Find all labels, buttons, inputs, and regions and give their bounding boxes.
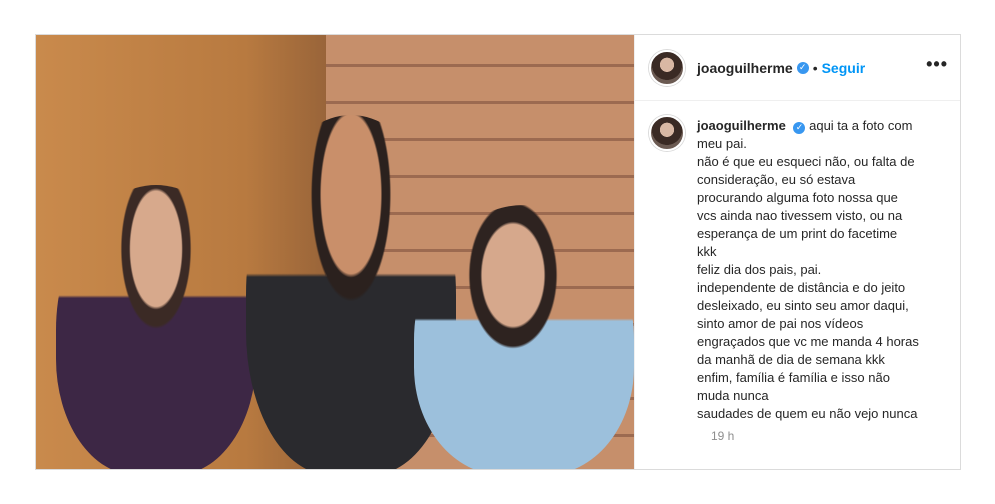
caption-line: procurando alguma foto nossa que — [697, 190, 898, 205]
caption-line: kkk — [697, 244, 717, 259]
person-right — [414, 205, 634, 469]
caption-line: meu pai. — [697, 136, 747, 151]
verified-badge-icon: ✓ — [793, 121, 806, 134]
caption-line: independente de distância e do jeito — [697, 280, 906, 295]
caption-line: não é que eu esqueci não, ou falta de — [697, 154, 915, 169]
caption-text: joaoguilherme ✓ aqui ta a foto com meu p… — [697, 117, 946, 423]
post-time[interactable]: 19 h — [711, 429, 946, 443]
avatar[interactable] — [649, 49, 685, 86]
post-card: joaoguilherme ✓ • Seguir ••• joaoguilher… — [35, 34, 961, 470]
post-header: joaoguilherme ✓ • Seguir ••• — [635, 35, 960, 101]
caption-line: da manhã de dia de semana kkk — [697, 352, 885, 367]
caption-line: feliz dia dos pais, pai. — [697, 262, 822, 277]
follow-button[interactable]: Seguir — [822, 60, 866, 76]
separator: • — [812, 59, 818, 76]
caption-line: desleixado, eu sinto seu amor daqui, — [697, 298, 909, 313]
person-left — [56, 185, 256, 469]
comments-section: joaoguilherme ✓ aqui ta a foto com meu p… — [635, 101, 960, 443]
post-photo[interactable] — [36, 35, 634, 469]
caption-line: esperança de um print do facetime — [697, 226, 898, 241]
caption-first-line: aqui ta a foto com — [809, 118, 913, 133]
more-options-icon[interactable]: ••• — [926, 54, 948, 81]
caption-line: engraçados que vc me manda 4 horas — [697, 334, 919, 349]
post-side-panel: joaoguilherme ✓ • Seguir ••• joaoguilher… — [634, 35, 960, 469]
author-username[interactable]: joaoguilherme — [697, 60, 793, 76]
caption: joaoguilherme ✓ aqui ta a foto com meu p… — [649, 115, 946, 423]
caption-line: enfim, família é família e isso não — [697, 370, 890, 385]
caption-line: sinto amor de pai nos vídeos — [697, 316, 864, 331]
caption-line: muda nunca — [697, 388, 769, 403]
caption-line: saudades de quem eu não vejo nunca — [697, 406, 918, 421]
caption-avatar[interactable] — [649, 115, 685, 151]
caption-username[interactable]: joaoguilherme — [697, 118, 786, 133]
caption-line: consideração, eu só estava — [697, 172, 856, 187]
caption-line: vcs ainda nao tivessem visto, ou na — [697, 208, 903, 223]
verified-badge-icon: ✓ — [796, 61, 809, 74]
